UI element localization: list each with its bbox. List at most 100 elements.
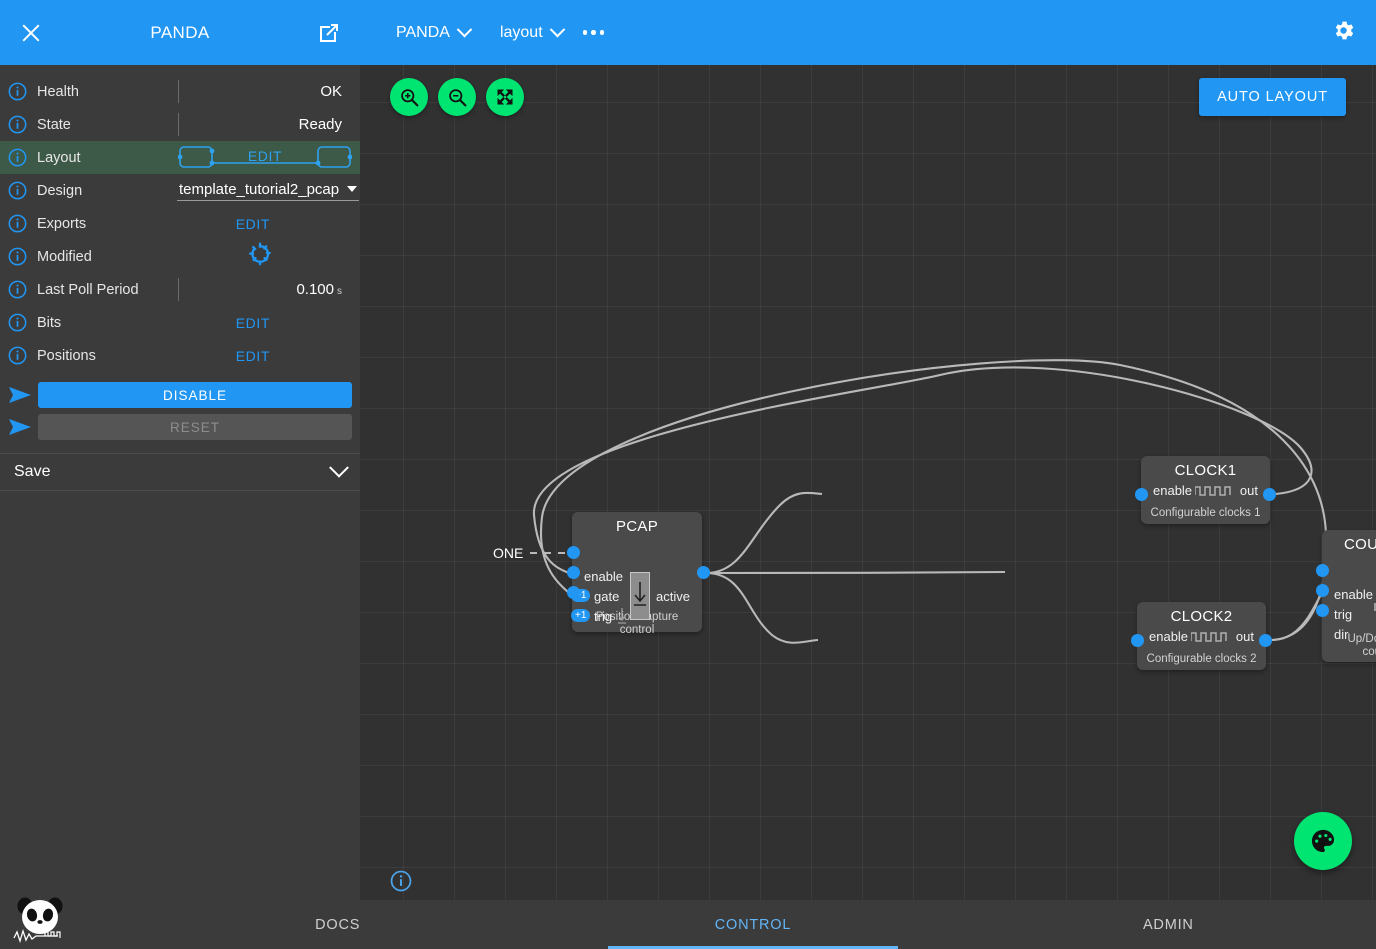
ellipsis-icon[interactable] [583,30,605,35]
port-pcap-gate[interactable] [567,566,580,579]
property-row-bits[interactable]: Bits EDIT [0,306,360,339]
header-menu-panda[interactable]: PANDA [396,24,470,42]
bottom-tab-bar: DOCS CONTROL ADMIN [0,900,1376,949]
port-clock1-enable[interactable] [1135,488,1148,501]
header-menu-layout-label: layout [500,24,543,42]
property-label: Exports [37,216,177,232]
info-icon [8,247,27,266]
port-pcap-trig[interactable] [567,586,580,599]
chevron-down-icon [347,186,357,192]
port-label-out: out [1240,483,1258,498]
property-label: Modified [37,249,177,265]
design-select[interactable]: template_tutorial2_pcap [177,181,359,201]
header-menu-layout[interactable]: layout [500,24,563,42]
sidebar-title: PANDA [0,23,360,43]
panda-logo-icon [12,893,70,947]
save-expander[interactable]: Save [0,453,360,491]
block-pcap[interactable]: PCAP enable gate trig +1 +1 active [572,512,702,632]
positions-edit-button[interactable]: EDIT [236,348,342,364]
tab-admin[interactable]: ADMIN [961,900,1376,949]
close-icon[interactable] [20,22,42,44]
property-label: Positions [37,348,177,364]
port-label-trig: trig [594,609,612,624]
poll-period-unit: s [337,286,342,297]
port-label-enable: enable [1149,629,1188,644]
port-counter1-enable[interactable] [1316,564,1329,577]
block-counter1[interactable]: COUNTER1 enable trig dir carry out Up/Do… [1322,530,1376,662]
property-label: Layout [37,150,177,166]
port-label-enable: enable [1334,587,1373,602]
property-row-design[interactable]: Design template_tutorial2_pcap [0,174,360,207]
zoom-in-icon[interactable] [390,78,428,116]
wire-clock2-out-to-counter1-trig [1272,593,1323,640]
gear-icon[interactable] [1331,18,1356,48]
save-label: Save [14,463,50,481]
auto-layout-button[interactable]: AUTO LAYOUT [1199,78,1346,116]
info-icon [8,181,27,200]
port-label-enable: enable [584,569,623,584]
palette-icon[interactable] [1294,812,1352,870]
info-icon [8,148,27,167]
app-root: PANDA Health OK [0,0,1376,949]
property-label: Last Poll Period [37,282,177,298]
info-icon [8,280,27,299]
property-value: Ready [299,116,342,133]
bits-edit-button[interactable]: EDIT [236,315,342,331]
disable-button[interactable]: DISABLE [38,382,352,408]
info-icon[interactable] [390,870,412,892]
row-divider [178,80,179,103]
property-list: Health OK State Ready Layout [0,65,360,372]
tab-control[interactable]: CONTROL [545,900,960,949]
info-icon [8,346,27,365]
block-title: CLOCK1 [1141,456,1270,479]
port-clock2-enable[interactable] [1131,634,1144,647]
layout-edit-label[interactable]: EDIT [178,148,352,164]
wire-pcap-active-to-clock1-enable [706,493,822,573]
wire-pcap-active-to-clock2-enable [706,573,818,643]
port-clock1-out[interactable] [1263,488,1276,501]
zoom-out-icon[interactable] [438,78,476,116]
reset-action-row: RESET [0,411,360,443]
property-row-modified[interactable]: Modified [0,240,360,273]
block-diagram-canvas[interactable]: AUTO LAYOUT [360,65,1376,900]
sidebar-header: PANDA [0,0,360,65]
property-label: Health [37,84,177,100]
block-clock1[interactable]: CLOCK1 enable out Configurable clocks 1 [1141,456,1270,524]
info-icon [8,313,27,332]
header-menu-panda-label: PANDA [396,24,450,42]
property-row-positions[interactable]: Positions EDIT [0,339,360,372]
block-title: PCAP [572,512,702,535]
property-value: 0.100s [296,281,342,298]
zoom-toolbar [390,78,524,116]
port-label-active: active [656,589,690,604]
poll-period-number: 0.100 [296,281,334,298]
property-label: Design [37,183,177,199]
port-pcap-active[interactable] [697,566,710,579]
port-clock2-out[interactable] [1259,634,1272,647]
property-row-health[interactable]: Health OK [0,75,360,108]
reset-button[interactable]: RESET [38,414,352,440]
block-clock2[interactable]: CLOCK2 enable out Configurable clocks 2 [1137,602,1266,670]
block-description: Up/Down pulse counter 1 [1322,629,1376,665]
badge-trig-plus-one: +1 [571,609,590,622]
refresh-spinner-icon [248,242,272,271]
port-label-out: out [1236,629,1254,644]
property-row-last-poll-period[interactable]: Last Poll Period 0.100s [0,273,360,306]
fit-screen-icon[interactable] [486,78,524,116]
property-row-layout[interactable]: Layout EDIT [0,141,360,174]
property-row-exports[interactable]: Exports EDIT [0,207,360,240]
pulse-icon [1195,483,1233,502]
port-pcap-enable[interactable] [567,546,580,559]
block-title: CLOCK2 [1137,602,1266,625]
property-row-state[interactable]: State Ready [0,108,360,141]
port-counter1-dir[interactable] [1316,604,1329,617]
send-icon [8,415,32,439]
tab-docs[interactable]: DOCS [130,900,545,949]
info-icon [8,115,27,134]
tab-list: DOCS CONTROL ADMIN [130,900,1376,949]
port-counter1-trig[interactable] [1316,584,1329,597]
block-description: Configurable clocks 1 [1141,503,1270,526]
exports-edit-button[interactable]: EDIT [236,216,342,232]
send-icon [8,383,32,407]
open-in-new-icon[interactable] [318,22,340,44]
